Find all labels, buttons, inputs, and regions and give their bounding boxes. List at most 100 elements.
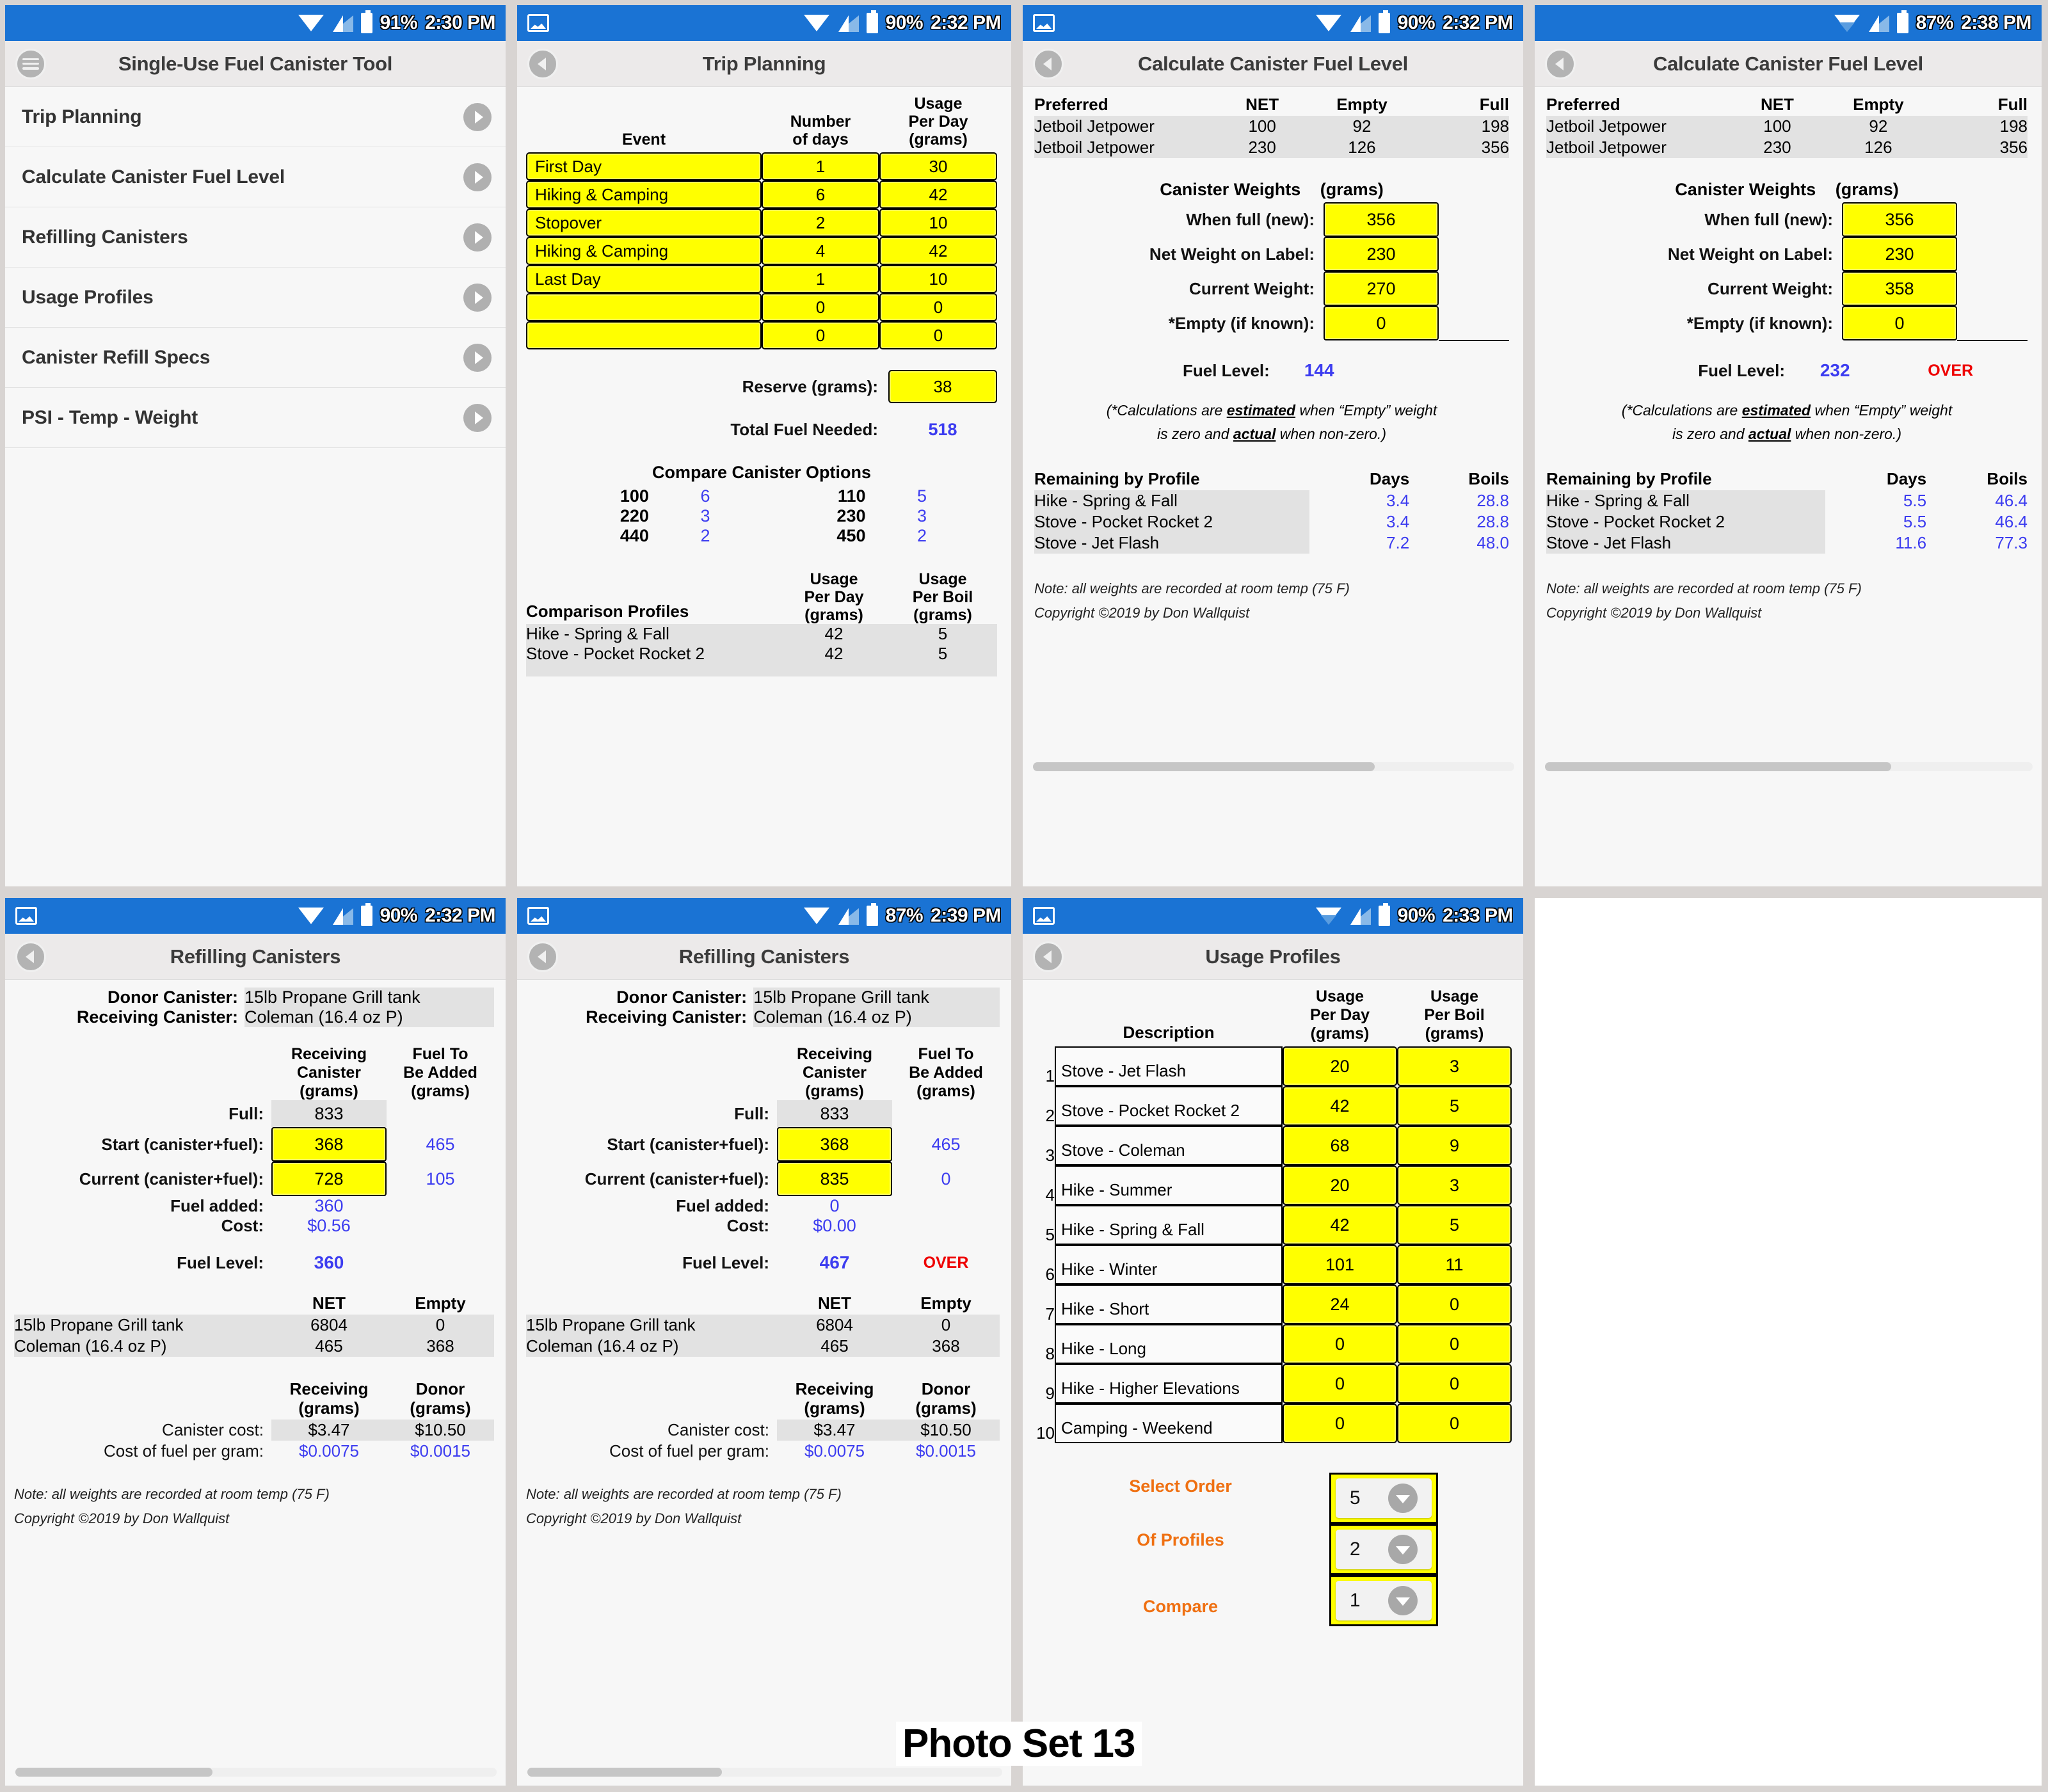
per-boil-input[interactable]: 3 [1397,1046,1512,1086]
per-boil-input[interactable]: 0 [1397,1364,1512,1404]
usage-input[interactable]: 42 [879,237,997,265]
days-input[interactable]: 6 [762,180,879,209]
per-boil-input[interactable]: 9 [1397,1126,1512,1165]
donor-value[interactable]: 15lb Propane Grill tank [244,988,494,1007]
sidebar-item-trip-planning[interactable]: Trip Planning [5,87,506,147]
sidebar-item-psi-temp-weight[interactable]: PSI - Temp - Weight [5,388,506,448]
select-value: 1 [1350,1590,1361,1612]
table-row[interactable]: Jetboil Jetpower 100 92 198 [1546,116,2028,137]
empty-weight-input[interactable]: 0 [1324,306,1439,340]
per-day-input[interactable]: 24 [1283,1284,1397,1324]
profile-description-input[interactable]: Hike - Higher Elevations [1055,1364,1283,1404]
per-day-input[interactable]: 0 [1283,1404,1397,1443]
table-row[interactable]: Jetboil Jetpower 230 126 356 [1546,137,2028,158]
back-button[interactable] [1545,49,1576,79]
sidebar-item-calculate-fuel-level[interactable]: Calculate Canister Fuel Level [5,147,506,207]
days-input[interactable]: 0 [762,293,879,321]
profile-description-input[interactable]: Stove - Coleman [1055,1126,1283,1165]
current-weight-input[interactable]: 835 [777,1162,892,1196]
profile-description-input[interactable]: Hike - Long [1055,1324,1283,1364]
current-weight-input[interactable]: 270 [1324,271,1439,306]
back-button[interactable] [527,941,558,972]
net-weight-input[interactable]: 230 [1842,237,1957,271]
per-day-input[interactable]: 20 [1283,1165,1397,1205]
back-button[interactable] [1033,941,1064,972]
days-input[interactable]: 1 [762,152,879,180]
profile-description-input[interactable]: Hike - Spring & Fall [1055,1205,1283,1245]
table-row[interactable]: Jetboil Jetpower 230 126 356 [1034,137,1509,158]
days-input[interactable]: 4 [762,237,879,265]
sidebar-item-canister-refill-specs[interactable]: Canister Refill Specs [5,328,506,388]
per-boil-input[interactable]: 0 [1397,1284,1512,1324]
per-boil-input[interactable]: 0 [1397,1324,1512,1364]
days-input[interactable]: 0 [762,321,879,349]
full-weight-input[interactable]: 356 [1842,202,1957,237]
usage-input[interactable]: 0 [879,293,997,321]
trip-events-table: Event Number of days Usage Per Day (gram… [526,95,997,349]
menu-label: Usage Profiles [22,287,463,308]
horizontal-scrollbar[interactable] [1545,762,2033,771]
reserve-input[interactable]: 38 [888,370,997,403]
per-day-input[interactable]: 20 [1283,1046,1397,1086]
per-boil-input[interactable]: 0 [1397,1404,1512,1443]
full-weight-input[interactable]: 356 [1324,202,1439,237]
profile-description-input[interactable]: Camping - Weekend [1055,1404,1283,1443]
profile-description-input[interactable]: Hike - Summer [1055,1165,1283,1205]
profile-order-select-2[interactable]: 2 [1329,1524,1438,1575]
days-input[interactable]: 1 [762,265,879,293]
event-input[interactable]: First Day [526,152,762,180]
profile-order-select-1[interactable]: 5 [1329,1473,1438,1524]
event-input[interactable] [526,321,762,349]
profile-description-input[interactable]: Hike - Short [1055,1284,1283,1324]
back-button[interactable] [527,49,558,79]
event-input[interactable]: Stopover [526,209,762,237]
sidebar-item-usage-profiles[interactable]: Usage Profiles [5,268,506,328]
back-button[interactable] [1033,49,1064,79]
menu-button[interactable] [15,49,46,79]
receiving-value[interactable]: Coleman (16.4 oz P) [244,1007,494,1027]
start-weight-input[interactable]: 368 [271,1127,387,1162]
start-weight-input[interactable]: 368 [777,1127,892,1162]
per-day-input[interactable]: 101 [1283,1245,1397,1284]
days-input[interactable]: 2 [762,209,879,237]
usage-input[interactable]: 10 [879,265,997,293]
profile-description-input[interactable]: Hike - Winter [1055,1245,1283,1284]
canister-empty: 126 [1825,137,1931,158]
per-day-input[interactable]: 42 [1283,1086,1397,1126]
receiving-value[interactable]: Coleman (16.4 oz P) [753,1007,1000,1027]
table-row[interactable]: Jetboil Jetpower 100 92 198 [1034,116,1509,137]
panel-calculate-fuel-2: 87% 2:38 PM Calculate Canister Fuel Leve… [1530,0,2048,893]
usage-input[interactable]: 10 [879,209,997,237]
per-day-input[interactable]: 68 [1283,1126,1397,1165]
usage-input[interactable]: 42 [879,180,997,209]
per-day-input[interactable]: 42 [1283,1205,1397,1245]
profile-description-input[interactable]: Stove - Pocket Rocket 2 [1055,1086,1283,1126]
table-row: Canister cost: $3.47 $10.50 [14,1420,494,1441]
per-boil-input[interactable]: 11 [1397,1245,1512,1284]
event-input[interactable]: Last Day [526,265,762,293]
current-weight-input[interactable]: 358 [1842,271,1957,306]
profile-order-select-3[interactable]: 1 [1329,1575,1438,1626]
per-boil-input[interactable]: 3 [1397,1165,1512,1205]
usage-input[interactable]: 30 [879,152,997,180]
donor-value[interactable]: 15lb Propane Grill tank [753,988,1000,1007]
current-weight-input[interactable]: 728 [271,1162,387,1196]
horizontal-scrollbar[interactable] [1033,762,1514,771]
per-day-input[interactable]: 0 [1283,1324,1397,1364]
empty-weight-input[interactable]: 0 [1842,306,1957,340]
event-input[interactable] [526,293,762,321]
table-row: Stove - Pocket Rocket 2 42 5 [526,644,997,664]
usage-input[interactable]: 0 [879,321,997,349]
horizontal-scrollbar[interactable] [527,1768,1002,1777]
profile-description-input[interactable]: Stove - Jet Flash [1055,1046,1283,1086]
event-input[interactable]: Hiking & Camping [526,237,762,265]
horizontal-scrollbar[interactable] [15,1768,497,1777]
menu-label: Trip Planning [22,106,463,128]
per-day-input[interactable]: 0 [1283,1364,1397,1404]
event-input[interactable]: Hiking & Camping [526,180,762,209]
per-boil-input[interactable]: 5 [1397,1086,1512,1126]
sidebar-item-refilling-canisters[interactable]: Refilling Canisters [5,207,506,268]
net-weight-input[interactable]: 230 [1324,237,1439,271]
per-boil-input[interactable]: 5 [1397,1205,1512,1245]
back-button[interactable] [15,941,46,972]
